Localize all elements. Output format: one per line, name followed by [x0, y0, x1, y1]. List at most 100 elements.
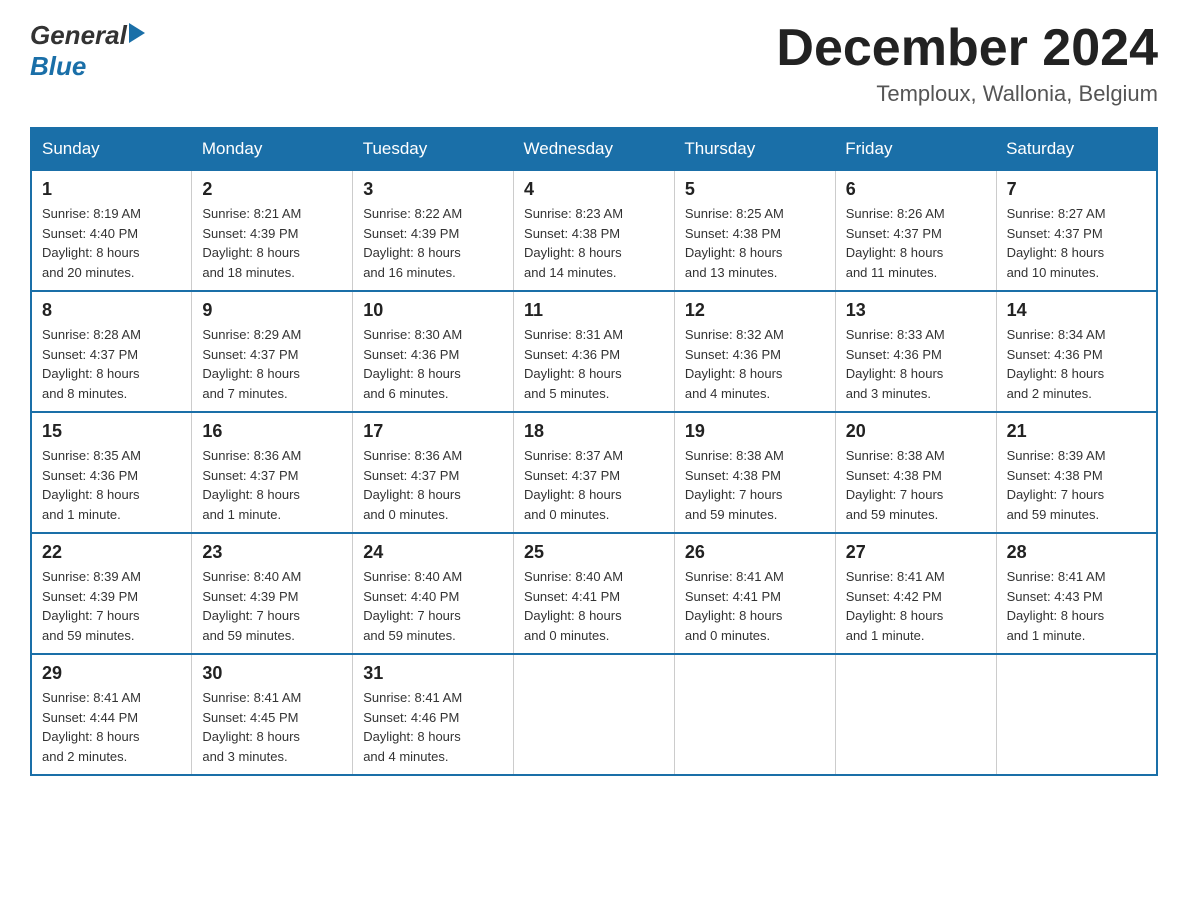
day-number: 26	[685, 542, 825, 563]
day-number: 5	[685, 179, 825, 200]
calendar-day-cell: 2 Sunrise: 8:21 AMSunset: 4:39 PMDaylight…	[192, 170, 353, 291]
day-info: Sunrise: 8:41 AMSunset: 4:42 PMDaylight:…	[846, 567, 986, 645]
day-info: Sunrise: 8:32 AMSunset: 4:36 PMDaylight:…	[685, 325, 825, 403]
day-number: 3	[363, 179, 503, 200]
day-info: Sunrise: 8:39 AMSunset: 4:38 PMDaylight:…	[1007, 446, 1146, 524]
calendar-day-cell: 9 Sunrise: 8:29 AMSunset: 4:37 PMDaylight…	[192, 291, 353, 412]
calendar-header-saturday: Saturday	[996, 128, 1157, 170]
day-info: Sunrise: 8:25 AMSunset: 4:38 PMDaylight:…	[685, 204, 825, 282]
day-number: 9	[202, 300, 342, 321]
day-info: Sunrise: 8:37 AMSunset: 4:37 PMDaylight:…	[524, 446, 664, 524]
calendar-day-cell: 27 Sunrise: 8:41 AMSunset: 4:42 PMDayligh…	[835, 533, 996, 654]
calendar-day-cell: 15Sunrise: 8:35 AMSunset: 4:36 PMDayligh…	[31, 412, 192, 533]
calendar-header-thursday: Thursday	[674, 128, 835, 170]
day-info: Sunrise: 8:21 AMSunset: 4:39 PMDaylight:…	[202, 204, 342, 282]
day-number: 23	[202, 542, 342, 563]
calendar-day-cell: 20Sunrise: 8:38 AMSunset: 4:38 PMDayligh…	[835, 412, 996, 533]
calendar-day-cell: 10 Sunrise: 8:30 AMSunset: 4:36 PMDayligh…	[353, 291, 514, 412]
calendar-day-cell: 7 Sunrise: 8:27 AMSunset: 4:37 PMDaylight…	[996, 170, 1157, 291]
day-number: 27	[846, 542, 986, 563]
day-info: Sunrise: 8:35 AMSunset: 4:36 PMDaylight:…	[42, 446, 181, 524]
calendar-day-cell: 14 Sunrise: 8:34 AMSunset: 4:36 PMDayligh…	[996, 291, 1157, 412]
day-number: 18	[524, 421, 664, 442]
calendar-day-cell: 1 Sunrise: 8:19 AMSunset: 4:40 PMDaylight…	[31, 170, 192, 291]
calendar-day-cell: 31 Sunrise: 8:41 AMSunset: 4:46 PMDayligh…	[353, 654, 514, 775]
title-section: December 2024 Temploux, Wallonia, Belgiu…	[776, 20, 1158, 107]
calendar-day-cell: 5 Sunrise: 8:25 AMSunset: 4:38 PMDaylight…	[674, 170, 835, 291]
calendar-header-sunday: Sunday	[31, 128, 192, 170]
day-info: Sunrise: 8:30 AMSunset: 4:36 PMDaylight:…	[363, 325, 503, 403]
day-info: Sunrise: 8:39 AMSunset: 4:39 PMDaylight:…	[42, 567, 181, 645]
calendar-week-row: 22Sunrise: 8:39 AMSunset: 4:39 PMDayligh…	[31, 533, 1157, 654]
day-number: 31	[363, 663, 503, 684]
day-info: Sunrise: 8:22 AMSunset: 4:39 PMDaylight:…	[363, 204, 503, 282]
day-number: 7	[1007, 179, 1146, 200]
calendar-day-cell: 17 Sunrise: 8:36 AMSunset: 4:37 PMDayligh…	[353, 412, 514, 533]
calendar-day-cell: 26 Sunrise: 8:41 AMSunset: 4:41 PMDayligh…	[674, 533, 835, 654]
day-number: 28	[1007, 542, 1146, 563]
calendar-day-cell: 23 Sunrise: 8:40 AMSunset: 4:39 PMDayligh…	[192, 533, 353, 654]
calendar-day-cell: 12 Sunrise: 8:32 AMSunset: 4:36 PMDayligh…	[674, 291, 835, 412]
day-info: Sunrise: 8:19 AMSunset: 4:40 PMDaylight:…	[42, 204, 181, 282]
calendar-day-cell: 8 Sunrise: 8:28 AMSunset: 4:37 PMDaylight…	[31, 291, 192, 412]
day-number: 29	[42, 663, 181, 684]
day-number: 13	[846, 300, 986, 321]
day-number: 30	[202, 663, 342, 684]
calendar-day-cell: 28Sunrise: 8:41 AMSunset: 4:43 PMDayligh…	[996, 533, 1157, 654]
day-number: 2	[202, 179, 342, 200]
day-number: 12	[685, 300, 825, 321]
day-info: Sunrise: 8:33 AMSunset: 4:36 PMDaylight:…	[846, 325, 986, 403]
day-info: Sunrise: 8:27 AMSunset: 4:37 PMDaylight:…	[1007, 204, 1146, 282]
calendar-header-tuesday: Tuesday	[353, 128, 514, 170]
day-info: Sunrise: 8:23 AMSunset: 4:38 PMDaylight:…	[524, 204, 664, 282]
day-info: Sunrise: 8:29 AMSunset: 4:37 PMDaylight:…	[202, 325, 342, 403]
calendar-day-cell: 22Sunrise: 8:39 AMSunset: 4:39 PMDayligh…	[31, 533, 192, 654]
day-info: Sunrise: 8:41 AMSunset: 4:44 PMDaylight:…	[42, 688, 181, 766]
day-number: 6	[846, 179, 986, 200]
day-info: Sunrise: 8:41 AMSunset: 4:46 PMDaylight:…	[363, 688, 503, 766]
calendar-day-cell: 25 Sunrise: 8:40 AMSunset: 4:41 PMDayligh…	[514, 533, 675, 654]
day-info: Sunrise: 8:36 AMSunset: 4:37 PMDaylight:…	[363, 446, 503, 524]
day-number: 10	[363, 300, 503, 321]
calendar-header-monday: Monday	[192, 128, 353, 170]
calendar-week-row: 29 Sunrise: 8:41 AMSunset: 4:44 PMDayligh…	[31, 654, 1157, 775]
day-info: Sunrise: 8:41 AMSunset: 4:45 PMDaylight:…	[202, 688, 342, 766]
calendar-day-cell: 21 Sunrise: 8:39 AMSunset: 4:38 PMDayligh…	[996, 412, 1157, 533]
day-info: Sunrise: 8:40 AMSunset: 4:39 PMDaylight:…	[202, 567, 342, 645]
calendar-day-cell: 24 Sunrise: 8:40 AMSunset: 4:40 PMDayligh…	[353, 533, 514, 654]
day-info: Sunrise: 8:40 AMSunset: 4:40 PMDaylight:…	[363, 567, 503, 645]
logo-general-text: General	[30, 20, 127, 51]
calendar-day-cell	[514, 654, 675, 775]
calendar-day-cell: 13 Sunrise: 8:33 AMSunset: 4:36 PMDayligh…	[835, 291, 996, 412]
day-number: 25	[524, 542, 664, 563]
day-number: 14	[1007, 300, 1146, 321]
day-info: Sunrise: 8:34 AMSunset: 4:36 PMDaylight:…	[1007, 325, 1146, 403]
calendar-week-row: 8 Sunrise: 8:28 AMSunset: 4:37 PMDaylight…	[31, 291, 1157, 412]
calendar-day-cell: 3 Sunrise: 8:22 AMSunset: 4:39 PMDaylight…	[353, 170, 514, 291]
calendar-header-wednesday: Wednesday	[514, 128, 675, 170]
calendar-day-cell: 19Sunrise: 8:38 AMSunset: 4:38 PMDayligh…	[674, 412, 835, 533]
logo-arrow-icon	[129, 23, 145, 43]
day-info: Sunrise: 8:41 AMSunset: 4:41 PMDaylight:…	[685, 567, 825, 645]
calendar-day-cell: 4Sunrise: 8:23 AMSunset: 4:38 PMDaylight…	[514, 170, 675, 291]
calendar-day-cell: 30 Sunrise: 8:41 AMSunset: 4:45 PMDayligh…	[192, 654, 353, 775]
day-number: 17	[363, 421, 503, 442]
day-number: 24	[363, 542, 503, 563]
calendar-day-cell: 11Sunrise: 8:31 AMSunset: 4:36 PMDayligh…	[514, 291, 675, 412]
day-number: 16	[202, 421, 342, 442]
day-info: Sunrise: 8:31 AMSunset: 4:36 PMDaylight:…	[524, 325, 664, 403]
day-number: 1	[42, 179, 181, 200]
month-title: December 2024	[776, 20, 1158, 77]
day-number: 20	[846, 421, 986, 442]
calendar-day-cell	[835, 654, 996, 775]
day-info: Sunrise: 8:26 AMSunset: 4:37 PMDaylight:…	[846, 204, 986, 282]
day-number: 21	[1007, 421, 1146, 442]
calendar-day-cell: 18 Sunrise: 8:37 AMSunset: 4:37 PMDayligh…	[514, 412, 675, 533]
calendar-day-cell	[674, 654, 835, 775]
calendar-day-cell: 6 Sunrise: 8:26 AMSunset: 4:37 PMDaylight…	[835, 170, 996, 291]
day-number: 8	[42, 300, 181, 321]
day-info: Sunrise: 8:40 AMSunset: 4:41 PMDaylight:…	[524, 567, 664, 645]
calendar-table: SundayMondayTuesdayWednesdayThursdayFrid…	[30, 127, 1158, 776]
calendar-header-row: SundayMondayTuesdayWednesdayThursdayFrid…	[31, 128, 1157, 170]
day-info: Sunrise: 8:28 AMSunset: 4:37 PMDaylight:…	[42, 325, 181, 403]
